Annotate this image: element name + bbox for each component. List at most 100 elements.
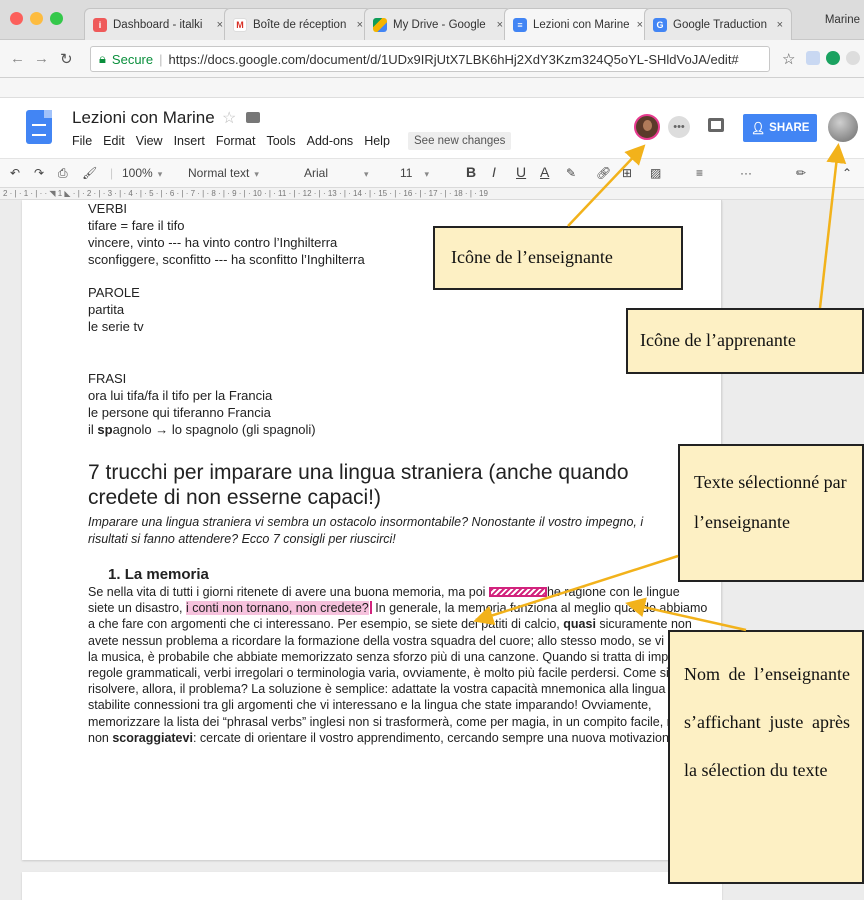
browser-tab[interactable]: G Google Traduction × [644,8,792,40]
chevron-down-icon: ▾ [424,169,429,179]
menu-tools[interactable]: Tools [266,134,295,148]
toolbar-divider: | [110,166,114,180]
menu-bar: File Edit View Insert Format Tools Add-o… [72,134,390,148]
annotation-selected-text: Texte sélectionné par l’enseignante [678,444,864,582]
learner-avatar[interactable] [828,112,858,142]
close-window-icon[interactable] [10,12,23,25]
tab-label: Boîte de réception [253,18,347,31]
editing-mode-pencil-icon[interactable]: ✏︎ [796,166,806,180]
profile-name[interactable]: Marine [825,14,860,26]
browser-tab[interactable]: M Boîte de réception × [224,8,372,40]
section-title-text: La memoria [124,566,209,583]
menu-edit[interactable]: Edit [103,134,125,148]
docs-logo-icon[interactable] [26,110,52,144]
font-select[interactable]: Arial ▾ [304,166,369,180]
text-line: le serie tv [88,319,144,334]
browser-tab-bar: i Dashboard - italki × M Boîte de récept… [0,0,864,40]
tab-label: Dashboard - italki [113,18,203,31]
frasi-block: FRASI ora lui tifa/fa il tifo per la Fra… [88,370,316,438]
text-color-button[interactable]: A [540,164,549,180]
link-icon[interactable]: 🔗︎ [596,166,611,180]
annotation-teacher-name: Nom de l’enseignante s’affichant juste a… [668,630,864,884]
font-size-select[interactable]: 11 ▾ [400,166,429,180]
see-new-changes-button[interactable]: See new changes [408,132,512,150]
article-title: 7 trucchi per imparare una lingua strani… [88,461,629,509]
translate-icon: G [653,17,667,32]
annotation-teacher-icon: Icône de l’enseignante [433,226,683,290]
address-bar-row: ← → ↻ 🔒︎ Secure | https://docs.google.co… [0,40,864,78]
insert-image-icon[interactable]: ▨ [650,166,661,180]
tab-close-icon[interactable]: × [637,19,643,31]
teacher-avatar[interactable] [634,114,660,140]
browser-tab[interactable]: i Dashboard - italki × [84,8,232,40]
extension-icon[interactable] [846,51,860,65]
forward-icon[interactable]: → [34,50,49,67]
memoria-paragraph[interactable]: Se nella vita di tutti i giorni ritenete… [88,584,708,746]
anonymous-viewer-icon[interactable]: ••• [668,116,690,138]
annotation-learner-icon: Icône de l’apprenante [626,308,864,374]
text-run: Se nella vita di tutti i giorni ritenete… [88,585,486,599]
gmail-icon: M [233,17,247,32]
undo-icon[interactable]: ↶ [10,166,20,180]
collapse-menus-icon[interactable]: ⌃ [842,166,852,180]
more-options-button[interactable]: ··· [740,166,752,180]
underline-button[interactable]: U [516,164,526,180]
tab-close-icon[interactable]: × [357,19,363,31]
annotation-text: Texte sélectionné par l’enseignante [694,472,847,532]
extension-icon[interactable] [826,51,840,65]
folder-icon[interactable] [246,112,260,123]
chevron-down-icon: ▾ [254,169,259,179]
menu-insert[interactable]: Insert [174,134,205,148]
tab-close-icon[interactable]: × [217,19,223,31]
minimize-window-icon[interactable] [30,12,43,25]
section-heading: FRASI [88,371,127,386]
maximize-window-icon[interactable] [50,12,63,25]
person-add-icon: 👤︎ [750,123,766,135]
teacher-name-flag [488,587,547,597]
font-size-value: 11 [400,166,413,180]
insert-comment-icon[interactable]: ⊞ [622,166,632,180]
redo-icon[interactable]: ↷ [34,166,44,180]
browser-tab[interactable]: My Drive - Google × [364,8,512,40]
tab-label: My Drive - Google [393,18,486,31]
menu-addons[interactable]: Add-ons [307,134,354,148]
document-title[interactable]: Lezioni con Marine [72,108,215,128]
text-run: agnolo → lo spagnolo (gli spagnoli) [112,422,316,437]
bookmarks-bar [0,78,864,98]
tab-close-icon[interactable]: × [777,19,783,31]
highlight-pen-icon[interactable]: ✎ [566,166,576,180]
back-icon[interactable]: ← [10,50,25,67]
bold-button[interactable]: B [466,164,476,180]
url-input[interactable]: 🔒︎ Secure | https://docs.google.com/docu… [90,46,770,72]
paint-format-icon[interactable]: 🖌︎ [82,166,97,180]
next-page [22,872,722,900]
reload-icon[interactable]: ↻ [60,50,73,68]
menu-format[interactable]: Format [216,134,256,148]
comments-icon[interactable] [708,118,724,132]
italic-button[interactable]: I [492,164,496,180]
print-icon[interactable]: ⎙ [58,166,68,181]
drive-icon [373,17,387,32]
chevron-down-icon: ▾ [157,169,163,179]
share-label: SHARE [769,122,810,134]
teacher-selection[interactable]: i conti non tornano, non credete? [185,601,369,616]
text-line: il spagnolo → lo spagnolo (gli spagnoli) [88,421,316,438]
align-icon[interactable]: ≡ [696,166,703,180]
menu-file[interactable]: File [72,134,92,148]
ruler[interactable]: 2 · | · 1 · | · · ◥ 1 ◣ · | · 2 · | · 3 … [0,188,864,200]
text-line: sconfiggere, sconfitto --- ha sconfitto … [88,252,365,267]
share-button[interactable]: 👤︎ SHARE [743,114,817,142]
style-select[interactable]: Normal text ▾ [188,166,259,180]
menu-help[interactable]: Help [364,134,390,148]
tab-close-icon[interactable]: × [497,19,503,31]
star-icon[interactable]: ☆ [222,108,236,128]
text-run: sicuramente non avete nessun problema a … [88,617,698,745]
bookmark-star-icon[interactable]: ☆ [782,50,795,68]
zoom-value: 100% [122,166,153,180]
lock-icon: 🔒︎ [99,51,106,66]
section-heading: PAROLE [88,285,140,300]
browser-tab-active[interactable]: ≡ Lezioni con Marine × [504,8,652,40]
menu-view[interactable]: View [136,134,163,148]
zoom-select[interactable]: 100% ▾ [122,166,162,180]
extension-icon[interactable] [806,51,820,65]
